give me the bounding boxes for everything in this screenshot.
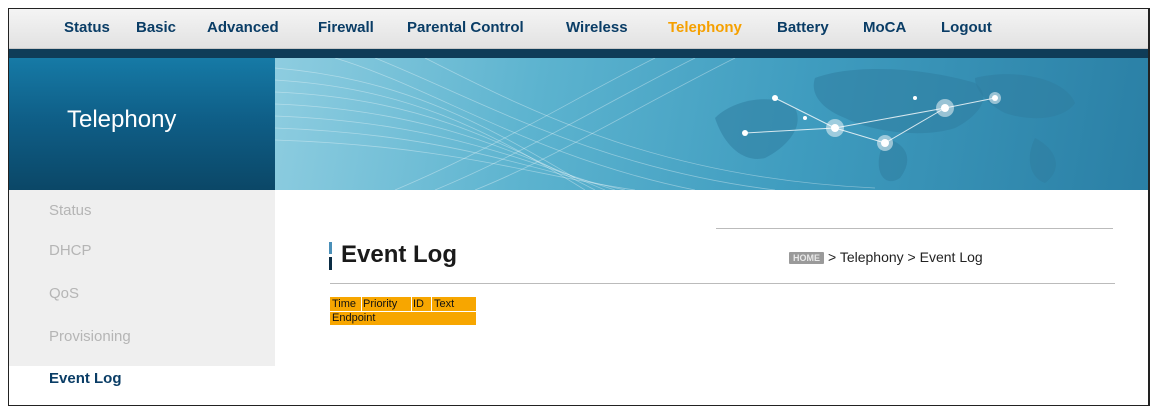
title-accent-bar <box>329 242 332 270</box>
banner-top-strip <box>9 49 1148 58</box>
page-title: Event Log <box>341 241 458 268</box>
sidebar-item-event-log[interactable]: Event Log <box>49 370 122 387</box>
nav-status[interactable]: Status <box>64 19 110 36</box>
sidebar-item-qos[interactable]: QoS <box>49 285 79 302</box>
nav-battery[interactable]: Battery <box>777 19 829 36</box>
breadcrumb-separator-2: > <box>907 249 916 265</box>
nav-firewall[interactable]: Firewall <box>318 19 374 36</box>
top-navigation-bar: Status Basic Advanced Firewall Parental … <box>9 9 1148 49</box>
sidebar-item-dhcp[interactable]: DHCP <box>49 242 92 259</box>
breadcrumb: HOME > Telephony > Event Log <box>789 249 983 265</box>
nav-telephony[interactable]: Telephony <box>668 19 742 36</box>
sidebar-item-provisioning[interactable]: Provisioning <box>49 328 131 345</box>
nav-wireless[interactable]: Wireless <box>566 19 628 36</box>
divider-title <box>330 283 1115 284</box>
column-header-time: Time <box>332 298 357 310</box>
breadcrumb-current: Event Log <box>919 249 983 265</box>
nav-advanced[interactable]: Advanced <box>207 19 279 36</box>
breadcrumb-telephony[interactable]: Telephony <box>840 249 904 265</box>
event-log-subheader: Endpoint <box>330 312 476 325</box>
column-header-text: Text <box>434 298 455 310</box>
column-separator <box>411 297 412 311</box>
nav-logout[interactable]: Logout <box>941 19 992 36</box>
world-network-banner-image <box>275 58 1148 190</box>
nav-moca[interactable]: MoCA <box>863 19 906 36</box>
column-header-endpoint: Endpoint <box>332 312 376 324</box>
world-map-graphic <box>275 58 1075 190</box>
nav-basic[interactable]: Basic <box>136 19 176 36</box>
column-header-id: ID <box>413 298 424 310</box>
event-log-table-header: Time Priority ID Text <box>330 297 476 311</box>
sidebar-item-status[interactable]: Status <box>49 202 92 219</box>
router-admin-window: Status Basic Advanced Firewall Parental … <box>8 8 1150 406</box>
divider-top <box>716 228 1113 229</box>
sidebar-menu: Status DHCP QoS Provisioning <box>9 190 275 366</box>
column-separator <box>431 297 432 311</box>
breadcrumb-separator: > <box>828 249 837 265</box>
nav-parental-control[interactable]: Parental Control <box>407 19 524 36</box>
section-banner-title: Telephony <box>9 58 275 190</box>
column-header-priority: Priority <box>363 298 398 310</box>
home-link[interactable]: HOME <box>789 252 824 264</box>
section-title: Telephony <box>67 106 177 133</box>
column-separator <box>361 297 362 311</box>
